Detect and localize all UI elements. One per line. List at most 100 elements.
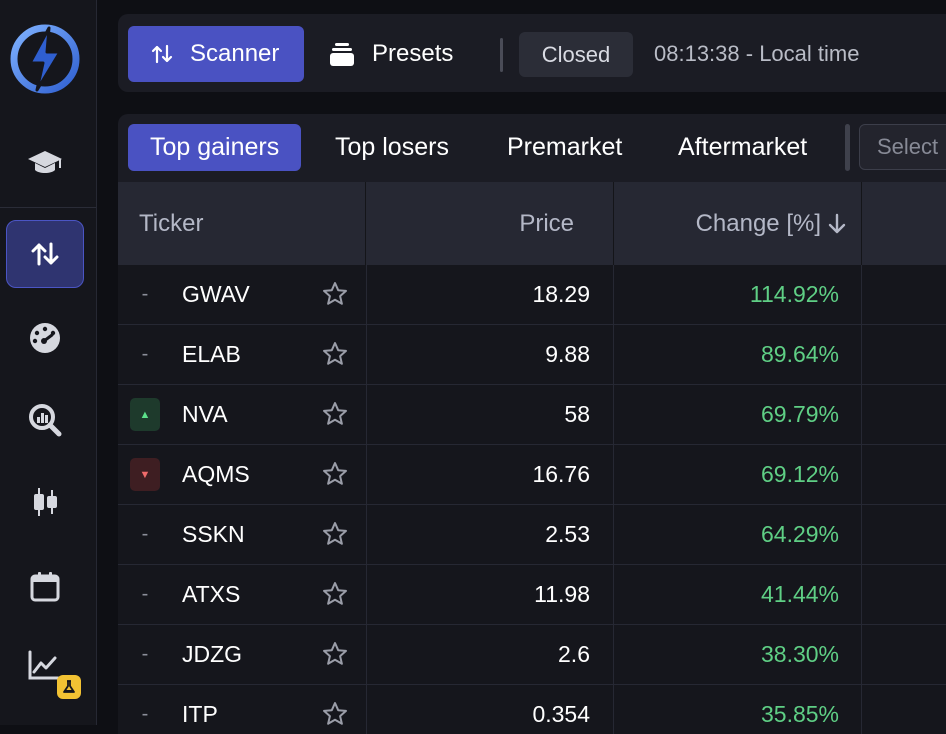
trend-indicator: - [141, 343, 149, 365]
select-dropdown[interactable]: Select [859, 124, 946, 170]
star-icon[interactable] [321, 460, 349, 488]
table-row[interactable]: - ITP 0.354 35.85% [118, 685, 946, 734]
price-cell: 0.354 [366, 685, 614, 734]
table-row[interactable]: ▼ AQMS 16.76 69.12% [118, 445, 946, 505]
scanner-button[interactable]: Scanner [128, 26, 304, 82]
ticker-cell: - SSKN [118, 505, 367, 564]
tab-top-losers[interactable]: Top losers [335, 124, 449, 171]
sidebar-divider [0, 207, 96, 208]
ticker-symbol[interactable]: NVA [182, 385, 228, 444]
flask-icon [63, 680, 75, 693]
candlestick-icon [34, 488, 57, 516]
star-icon[interactable] [321, 400, 349, 428]
app-logo-icon[interactable] [8, 22, 82, 96]
star-icon[interactable] [321, 580, 349, 608]
trend-indicator: ▲ [130, 398, 160, 431]
price-cell: 2.6 [366, 625, 614, 684]
price-cell: 18.29 [366, 265, 614, 324]
extra-cell [862, 505, 946, 564]
star-icon[interactable] [321, 520, 349, 548]
ticker-symbol[interactable]: ATXS [182, 565, 240, 624]
table-row[interactable]: - GWAV 18.29 114.92% [118, 265, 946, 325]
calendar-icon [30, 572, 60, 602]
sidebar-item-academy[interactable] [6, 128, 84, 196]
sort-arrows-icon [31, 242, 59, 266]
table-row[interactable]: ▲ NVA 58 69.79% [118, 385, 946, 445]
beta-badge [57, 675, 81, 699]
change-cell: 41.44% [614, 565, 862, 624]
trend-indicator: - [141, 643, 149, 665]
trend-indicator: - [141, 283, 149, 305]
star-icon[interactable] [321, 640, 349, 668]
ticker-cell: ▼ AQMS [118, 445, 367, 504]
tabs-divider [845, 124, 850, 171]
ticker-cell: - ELAB [118, 325, 367, 384]
table-body: - GWAV 18.29 114.92% - ELAB 9.88 89.64% … [118, 265, 946, 734]
sidebar-item-lab[interactable] [6, 634, 84, 702]
price-cell: 58 [366, 385, 614, 444]
tab-top-gainers[interactable]: Top gainers [128, 124, 302, 171]
ticker-symbol[interactable]: AQMS [182, 445, 250, 504]
trend-indicator: - [141, 523, 149, 545]
table-row[interactable]: - ELAB 9.88 89.64% [118, 325, 946, 385]
scanner-panel: Top gainers Top losers Premarket Afterma… [118, 114, 946, 734]
sidebar-item-research[interactable] [6, 386, 84, 454]
change-cell: 69.12% [614, 445, 862, 504]
price-cell: 16.76 [366, 445, 614, 504]
top-toolbar: Scanner Presets Closed 08:13:38 - Local … [118, 14, 946, 92]
change-cell: 35.85% [614, 685, 862, 734]
ticker-symbol[interactable]: GWAV [182, 265, 250, 324]
ticker-cell: - ITP [118, 685, 367, 734]
change-cell: 64.29% [614, 505, 862, 564]
graduation-cap-icon [28, 151, 62, 173]
table-header: Ticker Price Change [%] [118, 182, 946, 265]
star-icon[interactable] [321, 700, 349, 728]
change-cell: 38.30% [614, 625, 862, 684]
star-icon[interactable] [321, 340, 349, 368]
sidebar-item-charts[interactable] [6, 468, 84, 536]
toolbar-divider [500, 38, 503, 72]
ticker-symbol[interactable]: JDZG [182, 625, 242, 684]
extra-cell [862, 625, 946, 684]
price-cell: 9.88 [366, 325, 614, 384]
gauge-icon [30, 323, 60, 353]
scanner-button-label: Scanner [190, 40, 280, 67]
sidebar [0, 0, 97, 725]
ticker-cell: - ATXS [118, 565, 367, 624]
change-cell: 89.64% [614, 325, 862, 384]
column-header-price[interactable]: Price [366, 182, 614, 265]
trend-indicator: - [141, 703, 149, 725]
column-header-more [862, 182, 946, 265]
table-row[interactable]: - SSKN 2.53 64.29% [118, 505, 946, 565]
sidebar-item-calendar[interactable] [6, 552, 84, 620]
ticker-symbol[interactable]: ITP [182, 685, 218, 734]
ticker-cell: - GWAV [118, 265, 367, 324]
column-label: Change [%] [695, 209, 821, 237]
extra-cell [862, 265, 946, 324]
extra-cell [862, 325, 946, 384]
column-header-ticker[interactable]: Ticker [118, 182, 366, 265]
local-time: 08:13:38 - Local time [654, 41, 860, 66]
change-cell: 114.92% [614, 265, 862, 324]
ticker-symbol[interactable]: SSKN [182, 505, 245, 564]
ticker-symbol[interactable]: ELAB [182, 325, 241, 384]
extra-cell [862, 685, 946, 734]
market-status-badge: Closed [519, 32, 633, 77]
stack-icon [330, 43, 354, 66]
presets-button[interactable]: Presets [328, 26, 453, 82]
sidebar-item-dashboard[interactable] [6, 304, 84, 372]
ticker-cell: ▲ NVA [118, 385, 367, 444]
table-row[interactable]: - ATXS 11.98 41.44% [118, 565, 946, 625]
presets-button-label: Presets [372, 40, 454, 67]
sort-arrows-icon [151, 44, 173, 64]
tab-premarket[interactable]: Premarket [507, 124, 622, 171]
table-row[interactable]: - JDZG 2.6 38.30% [118, 625, 946, 685]
star-icon[interactable] [321, 280, 349, 308]
trend-indicator: - [141, 583, 149, 605]
price-cell: 11.98 [366, 565, 614, 624]
column-header-change[interactable]: Change [%] [614, 182, 862, 265]
sort-descending-icon [828, 213, 846, 233]
tab-aftermarket[interactable]: Aftermarket [678, 124, 807, 171]
column-label: Price [519, 209, 574, 237]
sidebar-item-scanner[interactable] [6, 220, 84, 288]
